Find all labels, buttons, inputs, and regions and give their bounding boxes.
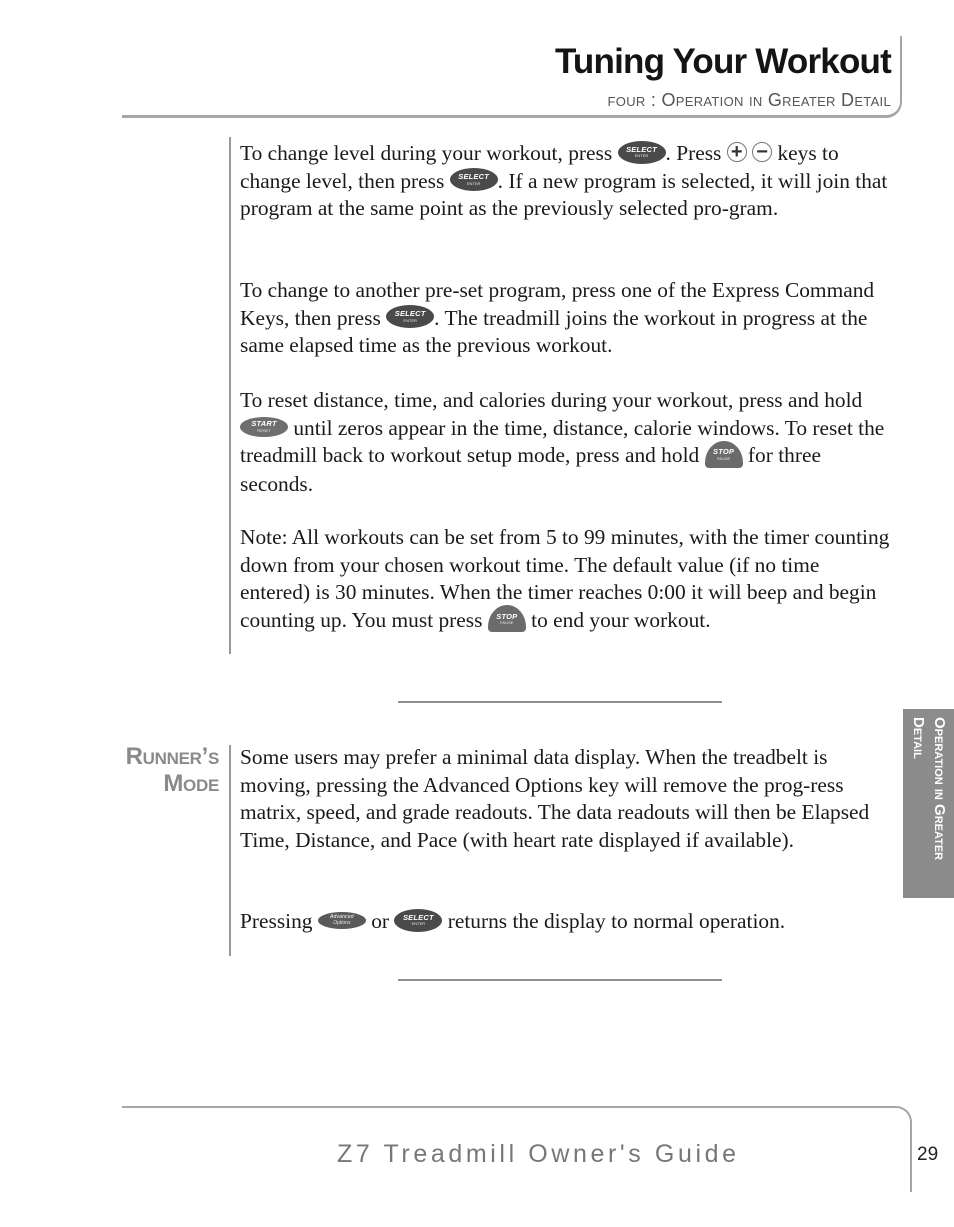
chapter-subtitle: four : Operation in Greater Detail — [607, 90, 891, 110]
select-enter-key-icon: SELECT ENTER — [449, 168, 498, 192]
footer-guide-title: Z7 Treadmill Owner's Guide — [337, 1140, 740, 1168]
plus-key-icon: + — [726, 142, 747, 163]
stop-pause-key-icon: STOP PAUSE — [487, 605, 526, 633]
text: to end your workout. — [525, 607, 711, 632]
side-tab-label: Operation in Greater Detail — [910, 717, 948, 861]
paragraph-runners-mode: Some users may prefer a minimal data dis… — [240, 745, 870, 852]
text: Pressing — [240, 909, 318, 933]
text: . Press — [665, 141, 727, 165]
paragraph-note: Note: All workouts can be set from 5 to … — [240, 524, 890, 635]
section-divider — [398, 701, 722, 703]
stop-pause-key-icon: STOP PAUSE — [704, 440, 743, 468]
select-enter-key-icon: SELECT ENTER — [617, 140, 666, 164]
paragraph-runners-mode-return: Pressing Advanced Options or SELECT ENTER … — [240, 908, 890, 936]
select-enter-key-icon: SELECT ENTER — [386, 305, 435, 329]
paragraph-change-program: To change to another pre-set program, pr… — [240, 277, 890, 360]
text: To reset distance, time, and calories du… — [240, 388, 863, 412]
paragraph-reset: To reset distance, time, and calories du… — [240, 387, 890, 498]
page-title: Tuning Your Workout — [554, 42, 892, 81]
section-divider — [398, 979, 722, 981]
chapter-side-tab: Operation in Greater Detail — [903, 709, 954, 898]
minus-key-icon: − — [752, 142, 773, 163]
text: To change level during your workout, pre… — [240, 141, 618, 165]
page-number: 29 — [917, 1144, 939, 1165]
advanced-options-key-icon: Advanced Options — [317, 911, 366, 929]
text: returns the display to normal operation. — [442, 909, 786, 933]
heading-line: Mode — [163, 770, 219, 797]
section-heading-runners-mode: Runner’s Mode — [125, 743, 220, 797]
column-rule-top — [229, 137, 231, 654]
select-enter-key-icon: SELECT ENTER — [394, 908, 443, 932]
column-rule-runners-mode — [229, 745, 231, 956]
start-reset-key-icon: START RESET — [240, 416, 288, 437]
heading-line: Runner’s — [125, 743, 220, 770]
text: or — [365, 909, 395, 933]
paragraph-change-level: To change level during your workout, pre… — [240, 140, 890, 223]
